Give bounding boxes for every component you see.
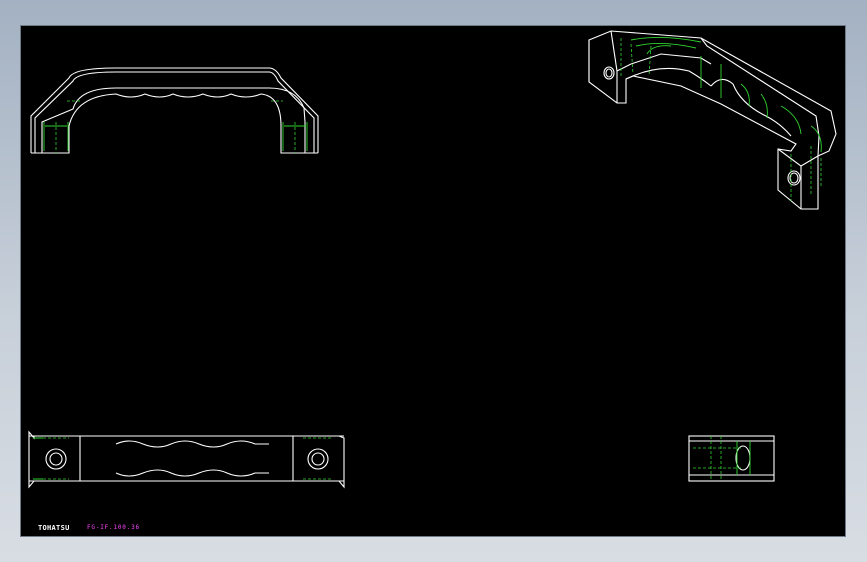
- isometric-view: [588, 30, 837, 210]
- top-hole-left: [45, 448, 67, 470]
- front-view: [30, 67, 319, 154]
- drawing-number: FG-IF.100.36: [87, 524, 140, 531]
- top-hole-right: [307, 448, 329, 470]
- company-logo: TOHATSU: [38, 524, 70, 532]
- top-view: [28, 430, 345, 489]
- side-hole: [735, 445, 751, 471]
- side-view: [688, 435, 775, 482]
- cad-drawing-canvas: [28, 30, 837, 489]
- drawing-sheet: TOHATSU FG-IF.100.36: [20, 25, 846, 537]
